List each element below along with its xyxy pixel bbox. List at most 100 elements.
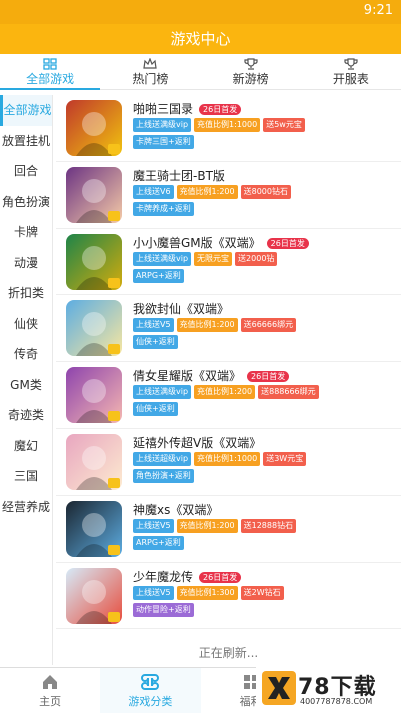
game-row[interactable]: 少年魔龙传 26日首发 上线送V5 充值比例1:300 送2W钻石 动作冒险+返利 [56,563,401,630]
sidebar-item[interactable]: 魔幻 [0,431,52,462]
game-row[interactable]: 延禧外传超V版《双端》 上线送超级vip 充值比例1:1000 送3W元宝 角色扮演+返… [56,429,401,496]
tab-label: 开服表 [332,72,369,86]
sidebar-item[interactable]: 仙侠 [0,309,52,340]
tab-1[interactable]: 热门榜 [100,54,200,89]
sidebar-item[interactable]: 传奇 [0,339,52,370]
benefit-tag: 上线送V5 [133,518,174,533]
genre-tag: 仙侠+返利 [133,402,178,417]
game-art-icon [66,166,122,223]
launch-date-badge: 26日首发 [199,104,242,115]
nav-item-1[interactable]: 游戏分类 [100,668,201,713]
sidebar-item[interactable]: 经营养成 [0,492,52,523]
game-row[interactable]: 魔王骑士团-BT版 上线送V6 充值比例1:200 送8000钻石 卡牌养成+返利 [56,162,401,229]
game-row[interactable]: 倩女星耀版《双端》 26日首发上线送满级vip 充值比例1:200 送888666绑元… [56,362,401,429]
benefit-tag: 上线送满级vip [133,385,192,400]
sidebar-item[interactable]: 全部游戏 [0,95,52,126]
benefit-tag: 送3W元宝 [263,451,307,466]
page-title: 游戏中心 [170,30,231,48]
benefit-tags: 上线送V5 充值比例1:200 送66666绑元 [133,318,299,333]
genre-tag: 角色扮演+返利 [133,468,194,483]
genre-tag: 卡牌三国+返利 [133,135,194,149]
benefit-tag: 送888666绑元 [258,385,319,400]
benefit-tag: 送2000钻 [235,251,278,266]
sidebar-item[interactable]: 回合 [0,156,52,187]
game-list[interactable]: 啪啪三国录 26日首发 上线送满级vip 充值比例1:1000 送5w元宝 卡牌三国+返利… [56,95,401,665]
genre-tag: 卡牌养成+返利 [133,201,194,216]
game-icon[interactable] [66,100,122,156]
crown-icon [143,58,158,69]
grid-icon [43,58,57,70]
game-title: 倩女星耀版《双端》 26日首发 [133,367,290,384]
game-icon[interactable] [66,433,122,490]
game-icon[interactable] [66,567,122,624]
game-row[interactable]: 神魔xs《双端》 上线送V5 充值比例1:200 送12888钻石 ARPG+返利 [56,496,401,563]
benefit-tag: 上线送满级vip [133,118,192,132]
sidebar-item[interactable]: 三国 [0,461,52,492]
benefit-tags: 上线送超级vip 充值比例1:1000 送3W元宝 [133,451,309,466]
game-name: 我欲封仙《双端》 [133,302,230,317]
game-row[interactable]: 小小魔兽GM版《双端》 26日首发 上线送满级vip 无限元宝 送2000钻 ARPG+返… [56,229,401,296]
game-name: 倩女星耀版《双端》 [133,369,242,384]
sidebar-item[interactable]: 奇迹类 [0,400,52,431]
tab-0[interactable]: 全部游戏 [0,54,101,90]
game-art-icon [66,433,122,490]
sidebar-item[interactable]: 角色扮演 [0,187,52,218]
genre-tag: ARPG+返利 [133,268,184,283]
game-name: 魔王骑士团-BT版 [133,168,225,183]
nav-label: 主页 [39,695,62,708]
benefit-tag: 充值比例1:200 [194,385,256,400]
launch-date-badge: 26日首发 [199,571,242,583]
launch-date-badge: 26日首发 [247,371,290,383]
benefit-tag: 充值比例1:1000 [194,451,261,466]
game-row[interactable]: 我欲封仙《双端》 上线送V5 充值比例1:200 送66666绑元 仙侠+返利 [56,295,401,363]
genre-tags: 仙侠+返利 [133,402,181,417]
benefit-tag: 上线送超级vip [133,451,192,466]
game-icon[interactable] [66,166,122,223]
tab-3[interactable]: 开服表 [301,54,401,89]
refresh-status: 正在刷新... [198,646,259,660]
benefit-tag: 送66666绑元 [240,318,297,333]
sidebar-item[interactable]: 放置挂机 [0,126,52,157]
benefit-tag: 上线送满级vip [133,251,192,266]
genre-tags: ARPG+返利 [133,268,187,283]
watermark: 78下载 4007787878.COM [256,667,401,713]
genre-tags: 角色扮演+返利 [133,468,197,483]
sidebar-item[interactable]: 折扣类 [0,278,52,309]
sidebar-item[interactable]: GM类 [0,370,52,401]
benefit-tag: 充值比例1:200 [176,184,238,199]
game-row[interactable]: 啪啪三国录 26日首发 上线送满级vip 充值比例1:1000 送5w元宝 卡牌三国+返利 [56,95,401,162]
game-icon[interactable] [66,500,122,557]
top-tabs: 全部游戏 热门榜 新游榜 开服表 [0,54,401,90]
genre-tags: 仙侠+返利 [133,335,181,350]
benefit-tag: 充值比例1:300 [176,585,238,600]
genre-tag: 仙侠+返利 [133,335,178,350]
home-icon [43,675,58,689]
game-title: 少年魔龙传 26日首发 [133,568,242,585]
game-title: 小小魔兽GM版《双端》 26日首发 [133,234,309,251]
genre-tags: 动作冒险+返利 [133,602,197,617]
genre-tag: 动作冒险+返利 [133,602,194,617]
game-art-icon [66,567,122,624]
tab-label: 全部游戏 [26,72,75,86]
game-icon[interactable] [66,233,122,290]
benefit-tag: 送12888钻石 [240,518,297,533]
genre-tags: 卡牌三国+返利 [133,135,197,149]
sidebar-item[interactable]: 动漫 [0,248,52,279]
game-art-icon [66,500,122,557]
nav-item-0[interactable]: 主页 [0,668,100,713]
launch-date-badge: 26日首发 [266,237,309,249]
tab-label: 新游榜 [232,72,269,86]
benefit-tags: 上线送V6 充值比例1:200 送8000钻石 [133,184,294,199]
game-name: 神魔xs《双端》 [133,502,219,517]
sidebar-item[interactable]: 卡牌 [0,217,52,248]
game-icon[interactable] [66,300,122,357]
benefit-tag: 上线送V6 [133,184,174,199]
tab-2[interactable]: 新游榜 [201,54,301,89]
game-title: 啪啪三国录 26日首发 [133,100,242,117]
status-bar: 9:21 [0,0,401,24]
game-icon[interactable] [66,367,122,424]
game-art-icon [66,233,122,290]
benefit-tag: 送2W钻石 [240,585,284,600]
nav-label: 游戏分类 [128,695,173,708]
game-name: 小小魔兽GM版《双端》 [133,235,261,250]
